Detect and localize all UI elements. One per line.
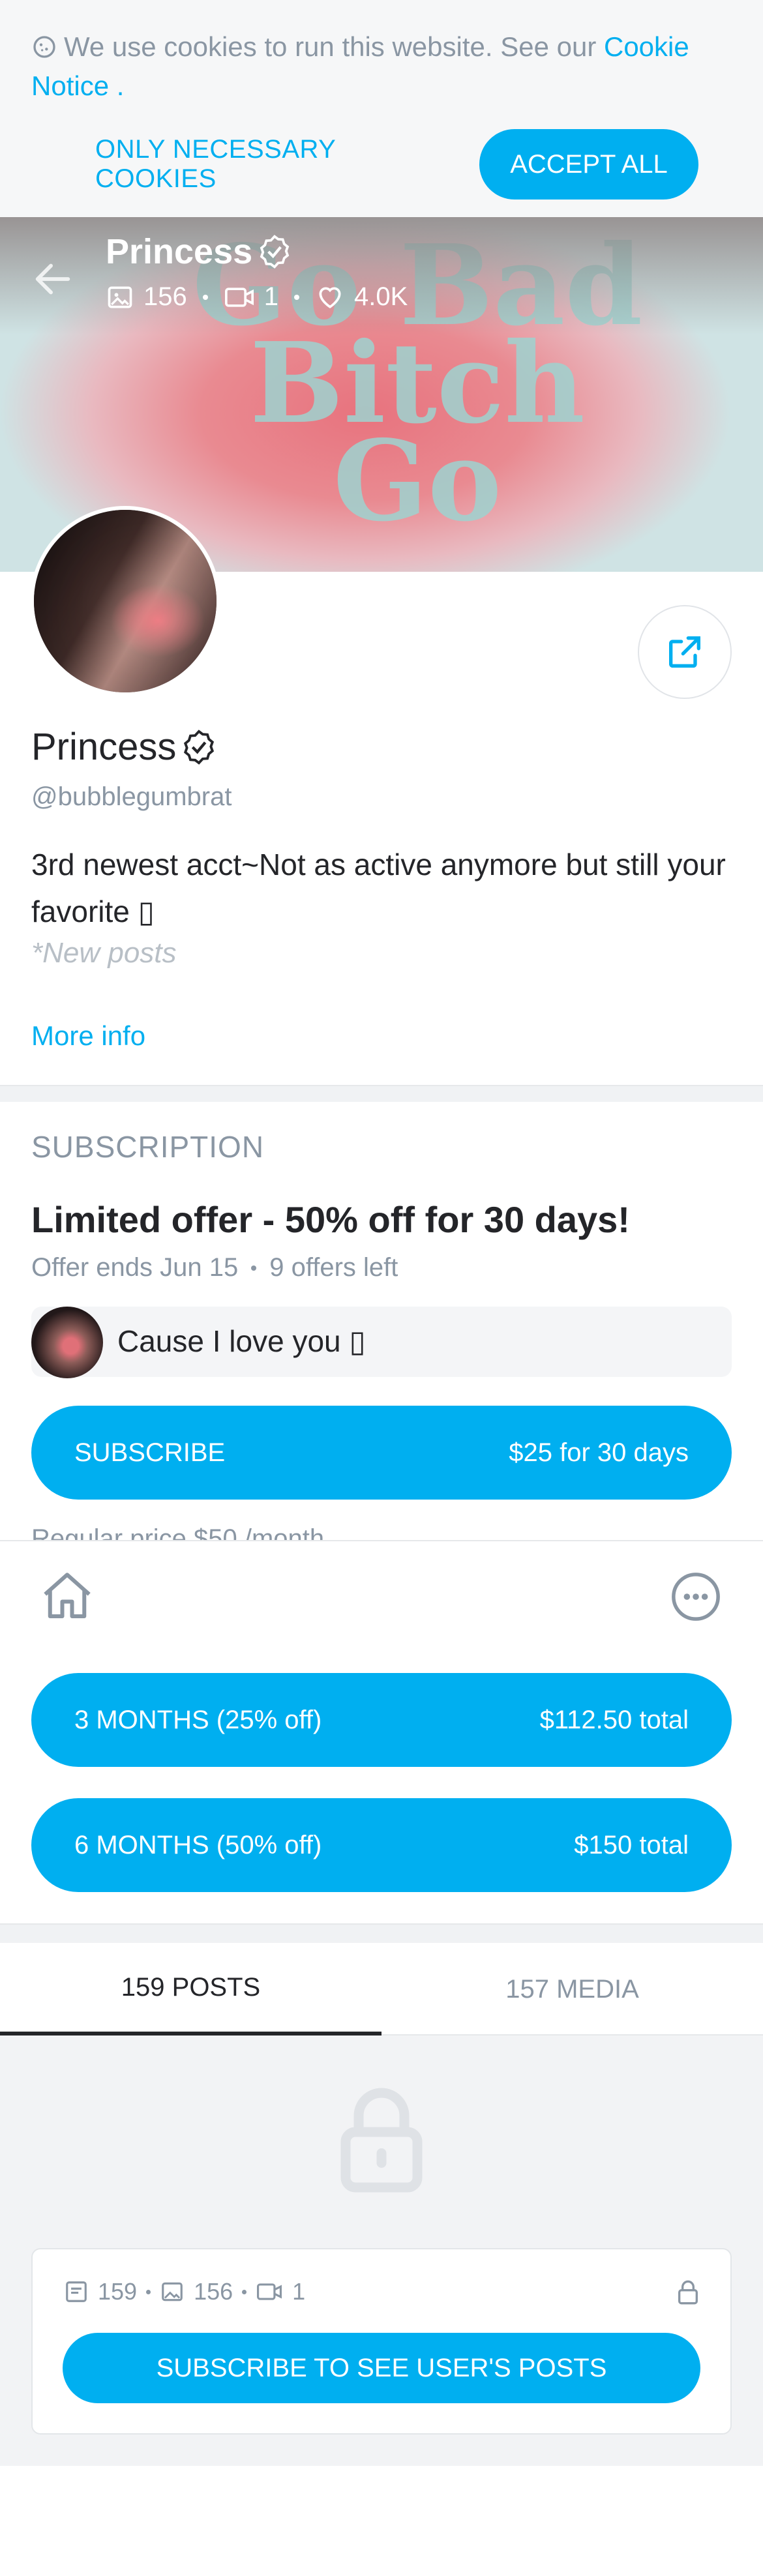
verified-icon	[184, 729, 215, 765]
separator-dot	[251, 1265, 257, 1271]
separator-dot	[146, 2289, 151, 2294]
image-icon	[162, 2282, 183, 2302]
separator-dot	[294, 294, 299, 300]
profile-name-text: Princess	[31, 726, 177, 768]
profile-handle: @bubblegumbrat	[31, 782, 232, 811]
locked-stats: 159 156 1	[64, 2278, 305, 2305]
back-arrow-icon[interactable]	[30, 256, 76, 302]
lock-icon	[340, 2088, 423, 2193]
cookie-banner: We use cookies to run this website. See …	[0, 0, 763, 217]
locked-post-count: 159	[98, 2278, 138, 2305]
message-avatar	[31, 1307, 103, 1378]
divider	[0, 1085, 763, 1102]
locked-photo-count: 156	[194, 2278, 233, 2305]
header-name: Princess	[106, 231, 293, 272]
bottom-nav	[0, 1540, 763, 1625]
profile-bio: 3rd newest acct~Not as active anymore bu…	[31, 848, 726, 928]
offers-left: 9 offers left	[269, 1253, 398, 1282]
heart-icon	[319, 286, 341, 308]
only-necessary-cookies-button[interactable]: ONLY NECESSARY COOKIES	[95, 130, 442, 198]
divider	[0, 1923, 763, 1943]
likes-count: 4.0K	[354, 282, 408, 311]
header-stats: 156 1 4.0K	[106, 282, 408, 312]
cookie-message: We use cookies to run this website. See …	[64, 31, 604, 62]
video-icon	[257, 2283, 282, 2300]
cookie-text: We use cookies to run this website. See …	[31, 27, 736, 106]
profile-bio-more: *New posts	[31, 937, 177, 969]
tab-posts[interactable]: 159 POSTS	[0, 1943, 382, 2036]
bundle-6-months-price: $150 total	[574, 1830, 689, 1859]
home-icon[interactable]	[37, 1567, 98, 1626]
bundle-3-months-price: $112.50 total	[539, 1705, 689, 1734]
image-icon	[108, 286, 132, 308]
offer-ends: Offer ends Jun 15	[31, 1253, 239, 1282]
content-tabs: 159 POSTS 157 MEDIA	[0, 1943, 763, 2036]
subscribe-label: SUBSCRIBE	[74, 1438, 226, 1467]
more-info-link[interactable]: More info	[31, 1020, 145, 1052]
cookie-icon	[33, 36, 55, 58]
subscribe-to-see-posts-button[interactable]: SUBSCRIBE TO SEE USER'S POSTS	[63, 2333, 700, 2403]
cookie-link-suffix: .	[109, 70, 125, 101]
share-button[interactable]	[638, 605, 732, 699]
regular-price: Regular price $50 /month	[31, 1524, 325, 1540]
avatar[interactable]	[30, 506, 220, 696]
subscribe-button[interactable]: SUBSCRIBE $25 for 30 days	[31, 1406, 732, 1500]
separator-dot	[202, 294, 208, 300]
video-count: 1	[263, 282, 278, 311]
verified-icon	[260, 235, 290, 269]
profile-name: Princess	[31, 725, 218, 769]
lock-small-icon	[678, 2280, 698, 2305]
avatar-image	[34, 510, 217, 692]
bundle-6-months-label: 6 MONTHS (50% off)	[74, 1830, 322, 1859]
tab-media[interactable]: 157 MEDIA	[382, 1943, 763, 2036]
locked-video-count: 1	[292, 2278, 306, 2305]
accept-all-cookies-button[interactable]: ACCEPT ALL	[479, 129, 698, 200]
share-icon	[669, 636, 700, 668]
subscribe-price: $25 for 30 days	[509, 1438, 689, 1467]
offer-meta: Offer ends Jun 15 9 offers left	[31, 1253, 398, 1282]
bundle-6-months-button[interactable]: 6 MONTHS (50% off) $150 total	[31, 1798, 732, 1892]
header-name-text: Princess	[106, 232, 253, 271]
more-options-icon[interactable]	[669, 1570, 723, 1623]
bundle-3-months-button[interactable]: 3 MONTHS (25% off) $112.50 total	[31, 1673, 732, 1767]
offer-title: Limited offer - 50% off for 30 days!	[31, 1199, 630, 1240]
photo-count: 156	[143, 282, 187, 311]
creator-message: Cause I love you ▯	[117, 1324, 366, 1358]
post-icon	[66, 2281, 87, 2302]
separator-dot	[242, 2289, 247, 2294]
subscription-section-title: SUBSCRIPTION	[31, 1130, 265, 1164]
video-icon	[224, 287, 254, 307]
bundle-3-months-label: 3 MONTHS (25% off)	[74, 1705, 322, 1734]
